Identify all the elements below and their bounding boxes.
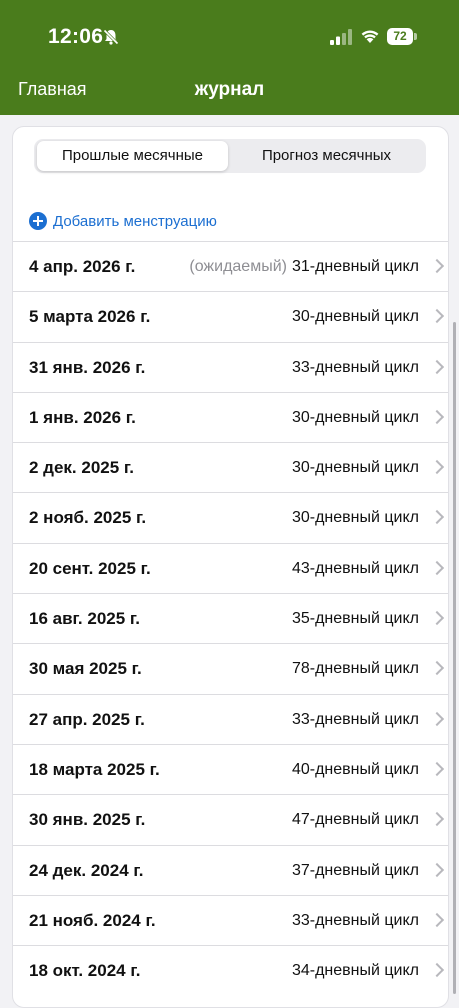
chevron-right-icon bbox=[429, 812, 445, 827]
wifi-icon bbox=[361, 30, 379, 43]
row-expected-note: (ожидаемый) bbox=[189, 258, 287, 275]
journal-card: Прошлые месячные Прогноз месячных Добави… bbox=[12, 126, 449, 1008]
chevron-right-icon bbox=[429, 611, 445, 626]
list-item[interactable]: 31 янв. 2026 г. 33-дневный цикл bbox=[13, 341, 448, 392]
row-cycle: 30-дневный цикл bbox=[291, 408, 419, 426]
add-period-button[interactable]: Добавить менструацию bbox=[29, 211, 217, 231]
list-item[interactable]: 30 мая 2025 г. 78-дневный цикл bbox=[13, 643, 448, 693]
row-date: 20 сент. 2025 г. bbox=[29, 558, 151, 578]
row-cycle: 30-дневный цикл bbox=[291, 509, 419, 527]
row-cycle: 35-дневный цикл bbox=[291, 610, 419, 628]
list-item[interactable]: 24 дек. 2024 г. 37-дневный цикл bbox=[13, 844, 448, 895]
chevron-right-icon bbox=[429, 258, 445, 274]
scrollbar[interactable] bbox=[453, 322, 456, 994]
row-cycle: 31-дневный цикл bbox=[291, 258, 419, 275]
row-date: 5 марта 2026 г. bbox=[29, 307, 151, 327]
row-date: 30 мая 2025 г. bbox=[29, 659, 142, 679]
plus-circle-icon bbox=[29, 212, 47, 230]
row-date: 18 марта 2025 г. bbox=[29, 759, 160, 779]
chevron-right-icon bbox=[429, 711, 445, 726]
row-cycle: 37-дневный цикл bbox=[291, 861, 419, 879]
list-item[interactable]: 18 марта 2025 г. 40-дневный цикл bbox=[13, 743, 448, 794]
app-header: 12:06 72 Главная журнал bbox=[0, 0, 459, 115]
list-item[interactable]: 30 янв. 2025 г. 47-дневный цикл bbox=[13, 794, 448, 844]
row-cycle: 33-дневный цикл bbox=[291, 710, 419, 728]
list-item[interactable]: 2 нояб. 2025 г. 30-дневный цикл bbox=[13, 492, 448, 542]
page-title: журнал bbox=[194, 79, 265, 100]
row-cycle: 78-дневный цикл bbox=[291, 660, 419, 678]
list-item[interactable]: 27 апр. 2025 г. 33-дневный цикл bbox=[13, 693, 448, 744]
row-cycle: 33-дневный цикл bbox=[291, 911, 419, 929]
row-cycle: 43-дневный цикл bbox=[291, 559, 419, 577]
battery-indicator: 72 bbox=[387, 28, 413, 45]
row-date: 2 дек. 2025 г. bbox=[29, 458, 135, 478]
row-cycle: 33-дневный цикл bbox=[291, 358, 419, 376]
row-date: 2 нояб. 2025 г. bbox=[29, 508, 147, 528]
list-item[interactable]: 16 авг. 2025 г. 35-дневный цикл bbox=[13, 593, 448, 643]
row-cycle: 30-дневный цикл bbox=[291, 308, 419, 326]
chevron-right-icon bbox=[429, 359, 445, 374]
row-cycle: 34-дневный цикл bbox=[291, 962, 419, 980]
segmented-control: Прошлые месячные Прогноз месячных bbox=[34, 139, 426, 173]
row-date: 27 апр. 2025 г. bbox=[29, 709, 145, 729]
row-date: 24 дек. 2024 г. bbox=[29, 860, 144, 880]
list-item[interactable]: 5 марта 2026 г. 30-дневный цикл bbox=[13, 291, 448, 341]
row-date: 16 авг. 2025 г. bbox=[29, 609, 141, 629]
tab-past-periods[interactable]: Прошлые месячные bbox=[37, 141, 228, 171]
battery-cap bbox=[414, 33, 417, 40]
row-date: 18 окт. 2024 г. bbox=[29, 961, 141, 981]
cellular-signal-icon bbox=[330, 29, 352, 45]
add-period-label: Добавить менструацию bbox=[53, 212, 217, 230]
row-date: 1 янв. 2026 г. bbox=[29, 407, 136, 427]
bell-muted-icon bbox=[103, 29, 119, 45]
chevron-right-icon bbox=[429, 510, 445, 525]
row-date: 31 янв. 2026 г. bbox=[29, 357, 146, 377]
list-item[interactable]: 21 нояб. 2024 г. 33-дневный цикл bbox=[13, 894, 448, 945]
row-cycle: 47-дневный цикл bbox=[291, 811, 419, 829]
chevron-right-icon bbox=[429, 912, 445, 927]
list-item[interactable]: 4 апр. 2026 г. (ожидаемый) 31-дневный цик… bbox=[13, 241, 448, 291]
list-item[interactable]: 20 сент. 2025 г. 43-дневный цикл bbox=[13, 542, 448, 593]
chevron-right-icon bbox=[429, 560, 445, 575]
period-list: 4 апр. 2026 г. (ожидаемый) 31-дневный цик… bbox=[13, 241, 448, 995]
row-date: 30 янв. 2025 г. bbox=[29, 810, 146, 830]
row-date: 4 апр. 2026 г. bbox=[29, 257, 136, 276]
chevron-right-icon bbox=[429, 661, 445, 676]
chevron-right-icon bbox=[429, 409, 445, 424]
list-item[interactable]: 2 дек. 2025 г. 30-дневный цикл bbox=[13, 442, 448, 492]
chevron-right-icon bbox=[429, 963, 445, 978]
list-item[interactable]: 1 янв. 2026 г. 30-дневный цикл bbox=[13, 391, 448, 442]
chevron-right-icon bbox=[429, 761, 445, 777]
chevron-right-icon bbox=[429, 862, 445, 877]
row-cycle: 40-дневный цикл bbox=[291, 760, 419, 778]
row-date: 21 нояб. 2024 г. bbox=[29, 910, 156, 930]
chevron-right-icon bbox=[429, 309, 445, 324]
chevron-right-icon bbox=[429, 460, 445, 475]
tab-period-forecast[interactable]: Прогноз месячных bbox=[230, 141, 423, 171]
status-time: 12:06 bbox=[48, 25, 104, 48]
row-cycle: 30-дневный цикл bbox=[291, 459, 419, 477]
list-item[interactable]: 18 окт. 2024 г. 34-дневный цикл bbox=[13, 945, 448, 995]
